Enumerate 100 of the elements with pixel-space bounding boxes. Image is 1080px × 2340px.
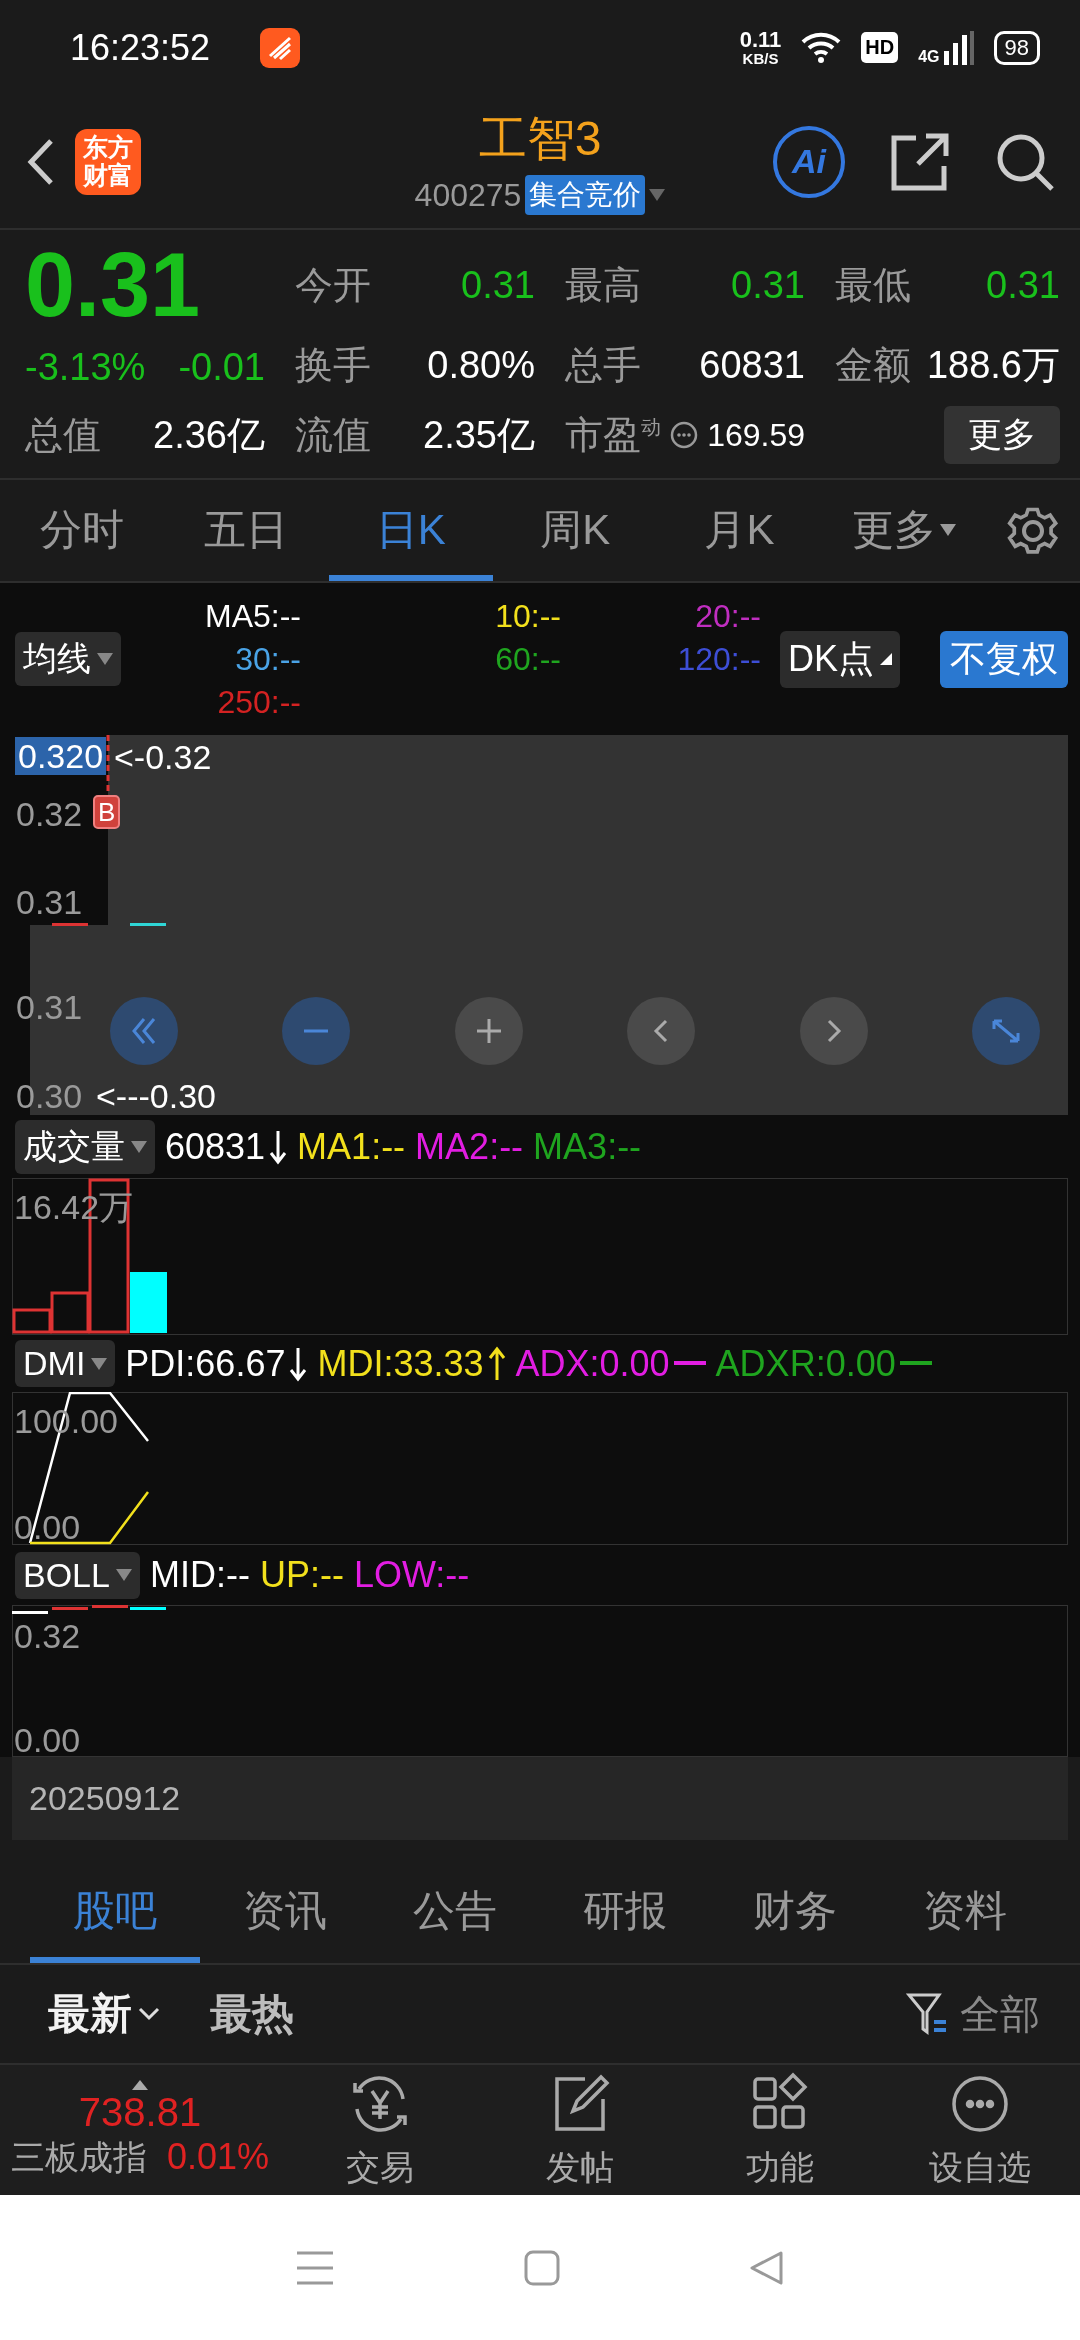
price-tick [130,923,166,926]
corner-icon [880,653,892,665]
boll-axis-label: 0.32 [14,1619,81,1653]
caret-icon [97,653,113,665]
indicator-selector[interactable]: 成交量 [15,1119,155,1174]
indicator-selector[interactable]: DMI [15,1340,116,1387]
zoom-out-icon [302,1029,331,1033]
app-logo: 东方 财富 [75,128,141,195]
chevron-left-icon [654,1019,669,1043]
stat-label: 今开 [295,262,371,308]
wifi-icon [801,31,842,64]
dash-icon [673,1360,706,1367]
sort-tab[interactable]: 最热 [210,1986,294,2042]
sort-tab[interactable]: 最新 [48,1986,160,2042]
boll-axis-label: 0.00 [14,1723,81,1757]
boll-tick [52,1607,88,1610]
network-speed: 0.11 [739,29,782,51]
content-tab[interactable]: 资料 [880,1860,1050,1963]
filter-button[interactable]: 全部 [906,1986,1040,2042]
price-axis-label: 0.31 [16,990,83,1024]
chart-tab[interactable]: 五日 [164,480,329,581]
ma-value: 250:-- [216,683,301,721]
battery-level: 98 [993,30,1040,65]
indicator-value: UP:-- [259,1554,344,1596]
indicator-value: MA2:-- [415,1125,524,1168]
indicator-value: MA3:-- [533,1125,642,1168]
boll-tick [12,1611,48,1614]
nav-button[interactable]: 设自选 [880,2068,1080,2192]
content-tab[interactable]: 研报 [540,1860,710,1963]
indicator-value: ADXR:0.00 [715,1342,932,1385]
more-button[interactable]: 更多 [944,406,1060,464]
indicator-selector[interactable]: BOLL [15,1551,140,1599]
ai-button[interactable]: Ai [773,125,845,198]
chart-tab[interactable]: 更多 [821,480,986,581]
home-icon[interactable] [524,2249,560,2286]
content-tab[interactable]: 公告 [370,1860,540,1963]
dash-icon [899,1360,932,1367]
change-percent: -3.13% [25,346,146,389]
stat-label: 总值 [25,412,101,458]
caret-icon [131,1140,147,1153]
adjust-button[interactable]: 不复权 [940,630,1068,688]
down-arrow-icon [289,1345,308,1382]
stat-value: 0.31 [461,263,535,307]
up-caret-icon [132,2079,148,2090]
buy-marker: B [93,795,121,829]
stat-value: 188.6万 [926,342,1060,388]
index-name: 三板成指 [10,2136,147,2178]
price-axis-label: 0.31 [16,885,83,919]
price-axis-label: 0.30 [16,1079,83,1113]
ma-value: 10:-- [494,597,561,635]
indicator-value: MID:-- [149,1554,250,1596]
stat-value: 2.36亿 [153,412,265,458]
ma-selector[interactable]: 均线 [15,632,121,686]
stat-value: 0.31 [731,263,805,307]
stat-label: 换手 [295,342,371,388]
chevron-down-icon [138,2007,160,2021]
content-tab[interactable]: 股吧 [30,1860,200,1963]
indicator-value: 60831 [165,1125,288,1168]
dk-selector[interactable]: DK点 [780,630,900,688]
boll-tick [92,1605,128,1608]
status-time: 16:23:52 [70,26,211,69]
content-tab[interactable]: 财务 [710,1860,880,1963]
indicator-value: LOW:-- [353,1554,470,1596]
ma-value: 120:-- [676,640,761,678]
indicator-value: MDI:33.33 [317,1342,506,1385]
content-tab[interactable]: 资讯 [200,1860,370,1963]
caret-icon [649,189,666,201]
expand-icon [991,1019,1020,1043]
share-icon[interactable] [890,131,950,192]
cursor-price-label: 0.320 [15,737,107,775]
stat-value: 0.31 [986,263,1060,307]
indicator-value: MA1:-- [297,1125,406,1168]
change-amount: -0.01 [178,346,265,389]
chart-tab[interactable]: 周K [493,480,658,581]
signal-icon [943,30,974,65]
current-price: 0.31 [25,240,202,330]
chart-tab[interactable]: 分时 [0,480,165,581]
menu-icon[interactable] [294,2249,335,2286]
nav-button[interactable]: 发帖 [480,2068,680,2192]
boll-tick [130,1607,166,1610]
nav-button[interactable]: 交易 [280,2068,480,2192]
ma-value: 30:-- [234,640,301,678]
caret-icon [115,1569,132,1581]
up-arrow-icon [487,1345,506,1382]
stat-label: 流值 [295,412,371,458]
stock-name: 工智3 [478,111,602,167]
index-change: 0.01% [166,2135,270,2178]
index-value: 738.81 [78,2089,202,2135]
auction-badge: 集合竞价 [525,175,646,215]
caret-icon [91,1357,108,1370]
chart-tab[interactable]: 月K [657,480,822,581]
double-chevron-left-icon [132,1017,156,1045]
date-label: 20250912 [29,1779,181,1818]
speed-unit: KB/S [742,51,779,66]
ma-value: 20:-- [694,597,761,635]
price-tick [52,923,88,926]
chevron-right-icon [826,1019,841,1043]
hd-badge: HD [861,32,899,63]
nav-button[interactable]: 功能 [680,2068,880,2192]
stock-code: 400275 [414,176,522,214]
